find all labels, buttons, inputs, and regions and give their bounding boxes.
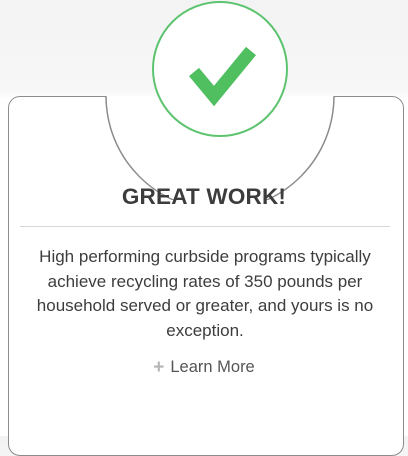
title-divider: [20, 226, 390, 227]
plus-icon: +: [153, 357, 165, 378]
card-message: High performing curbside programs typica…: [36, 247, 374, 340]
checkmark-icon: [189, 46, 257, 107]
learn-more-link[interactable]: + Learn More: [0, 357, 408, 379]
card-title: GREAT WORK!: [121, 184, 287, 209]
learn-more-label: Learn More: [170, 358, 255, 376]
